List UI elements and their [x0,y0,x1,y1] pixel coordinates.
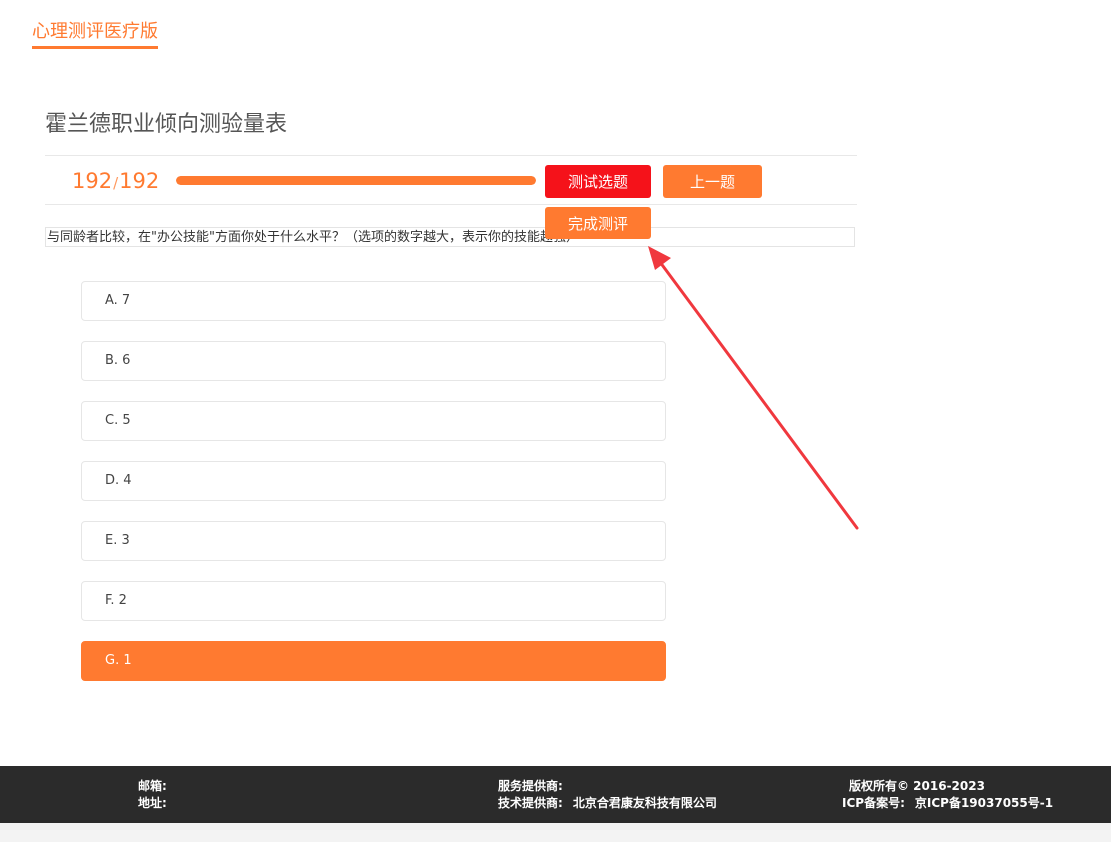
answer-option[interactable]: C. 5 [81,401,666,441]
footer-icp-label: ICP备案号: [842,796,905,810]
answer-option[interactable]: A. 7 [81,281,666,321]
footer-tech-provider-label: 技术提供商: [498,796,563,810]
footer-service-provider-label: 服务提供商: [498,779,563,793]
footer-icp: ICP备案号: 京ICP备19037055号-1 [842,795,1053,812]
footer-address-label: 地址: [138,796,167,810]
answer-option[interactable]: F. 2 [81,581,666,621]
test-title: 霍兰德职业倾向测验量表 [45,112,288,137]
footer-email-label: 邮箱: [138,779,167,793]
answer-options: A. 7 B. 6 C. 5 D. 4 E. 3 F. 2 G. 1 [81,281,666,701]
answer-option[interactable]: D. 4 [81,461,666,501]
divider-mid [45,204,857,205]
question-counter: 192/192 [72,167,159,197]
answer-option[interactable]: B. 6 [81,341,666,381]
previous-question-button[interactable]: 上一题 [663,165,762,198]
answer-option[interactable]: G. 1 [81,641,666,681]
finish-test-button[interactable]: 完成测评 [545,207,651,239]
footer-copyright: 版权所有© 2016-2023 [849,779,985,793]
bottom-strip [0,823,1111,842]
arrow-shaft [655,256,859,530]
arrow-head [648,246,671,270]
progress-bar [176,176,536,185]
footer-tech-provider-value: 北京合君康友科技有限公司 [572,796,717,810]
test-select-button[interactable]: 测试选题 [545,165,651,198]
footer: 邮箱: 地址: 服务提供商: 技术提供商: 北京合君康友科技有限公司 版权所有© … [0,766,1111,823]
current-question-number: 192 [72,169,113,193]
divider-top [45,155,857,156]
progress-fill [176,176,536,185]
question-text: 与同龄者比较，在"办公技能"方面你处于什么水平？（选项的数字越大，表示你的技能越… [45,227,855,247]
total-question-number: 192 [119,169,160,193]
footer-icp-value[interactable]: 京ICP备19037055号-1 [915,796,1053,810]
footer-tech-provider: 技术提供商: 北京合君康友科技有限公司 [498,795,717,812]
counter-separator: / [113,174,119,192]
answer-option[interactable]: E. 3 [81,521,666,561]
brand-title[interactable]: 心理测评医疗版 [32,20,158,49]
